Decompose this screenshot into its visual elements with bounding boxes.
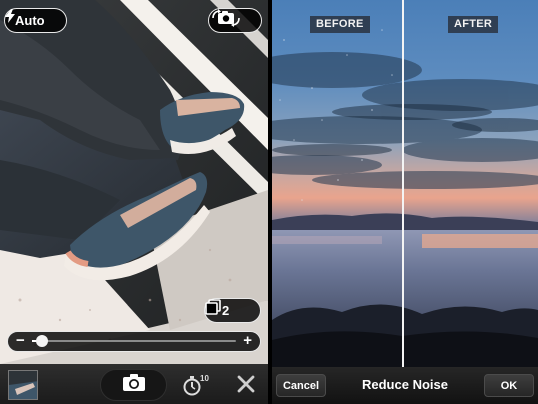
zoom-out-button[interactable]: − (16, 332, 25, 350)
self-timer-seconds: 10 (200, 374, 209, 383)
close-camera-button[interactable] (234, 372, 258, 396)
camera-viewfinder[interactable]: Auto 2 − + (0, 0, 268, 364)
camera-icon (122, 374, 145, 396)
after-label: AFTER (448, 16, 499, 33)
before-after-divider[interactable] (402, 0, 404, 367)
cancel-button[interactable]: Cancel (276, 374, 326, 397)
editor-title: Reduce Noise (362, 377, 448, 392)
last-photo-thumbnail[interactable] (8, 370, 38, 400)
flip-camera-button[interactable] (208, 8, 262, 33)
flash-mode-label: Auto (15, 13, 45, 28)
close-icon (234, 375, 258, 400)
zoom-in-button[interactable]: + (243, 332, 252, 350)
zoom-slider[interactable]: − + (7, 331, 261, 352)
reduce-noise-screen: BEFORE AFTER Cancel Reduce Noise OK (272, 0, 538, 404)
lake-sunset-photo (272, 0, 538, 367)
flash-mode-button[interactable]: Auto (4, 8, 67, 33)
before-label: BEFORE (310, 16, 370, 33)
before-after-preview[interactable]: BEFORE AFTER (272, 0, 538, 367)
camera-toolbar: 10 (0, 364, 268, 404)
zoom-track[interactable] (32, 335, 236, 347)
self-timer-button[interactable]: 10 (183, 372, 213, 398)
ok-button[interactable]: OK (484, 374, 534, 397)
burst-count-button[interactable]: 2 (204, 298, 261, 323)
burst-count: 2 (222, 303, 230, 318)
zoom-handle[interactable] (36, 335, 49, 347)
camera-screen: Auto 2 − + 10 (0, 0, 268, 404)
editor-toolbar: Cancel Reduce Noise OK (272, 367, 538, 404)
shutter-button[interactable] (100, 369, 167, 401)
